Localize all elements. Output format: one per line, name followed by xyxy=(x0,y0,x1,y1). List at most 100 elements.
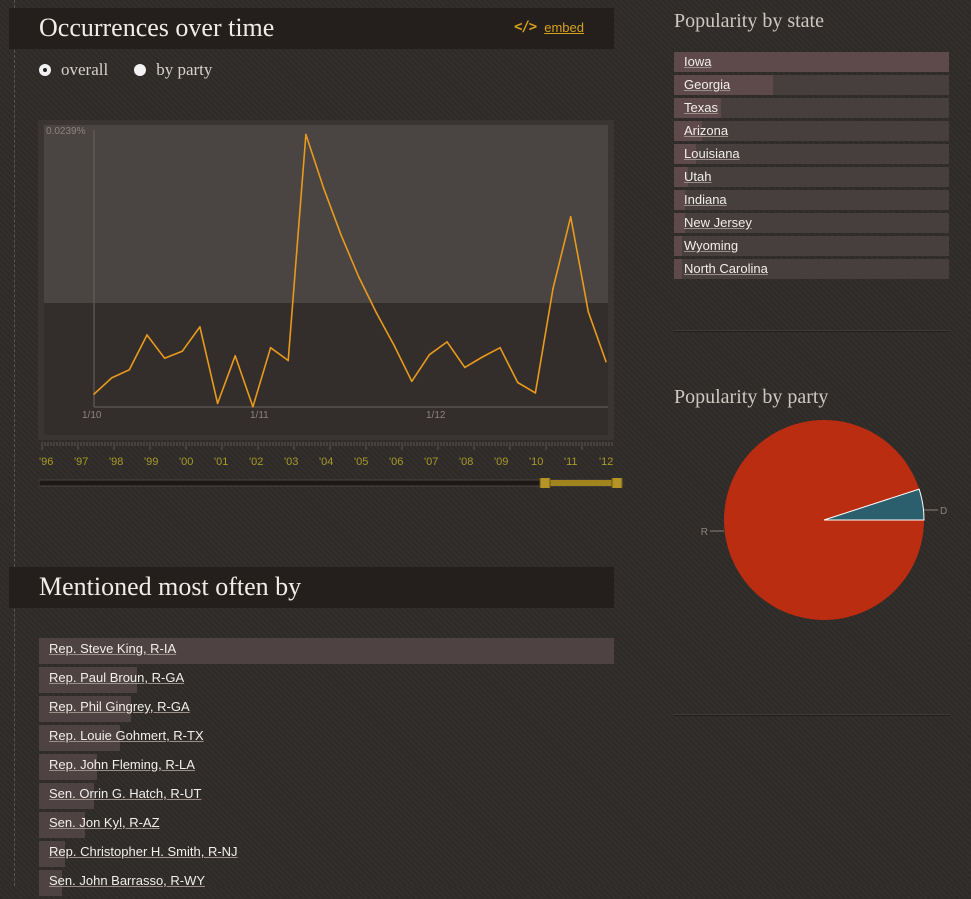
state-label: Iowa xyxy=(684,54,712,69)
series-point xyxy=(358,276,360,278)
occurrences-title: Occurrences over time xyxy=(39,13,275,42)
series-point xyxy=(93,393,95,395)
series-point xyxy=(199,326,201,328)
timeline-year-label: '98 xyxy=(109,456,123,468)
member-label: Rep. Paul Broun, R-GA xyxy=(49,670,185,685)
state-label: Indiana xyxy=(684,192,727,207)
series-point xyxy=(287,359,290,362)
state-row[interactable]: Arizona xyxy=(674,121,949,141)
member-label: Rep. Phil Gingrey, R-GA xyxy=(49,699,190,714)
member-row[interactable]: Rep. Phil Gingrey, R-GA xyxy=(39,696,614,722)
state-row[interactable]: Wyoming xyxy=(674,236,949,256)
member-row[interactable]: Rep. Steve King, R-IA xyxy=(39,638,614,664)
occurrences-chart: 0.0239% 1/10 1/11 1/12 '96 '97 '98 '99 '00 '0… xyxy=(38,120,614,468)
series-point xyxy=(269,346,272,349)
timeline-year-label: '99 xyxy=(144,456,158,468)
series-point xyxy=(516,381,519,384)
state-label: Georgia xyxy=(684,77,731,92)
state-label: Texas xyxy=(684,100,718,115)
radio-label-overall: overall xyxy=(61,60,109,79)
state-row[interactable]: New Jersey xyxy=(674,213,949,233)
timeline-year-label: '03 xyxy=(284,456,298,468)
series-point xyxy=(305,133,307,136)
series-point xyxy=(375,312,378,314)
series-point xyxy=(605,360,607,363)
slider-handle-right[interactable] xyxy=(611,478,623,488)
series-point xyxy=(163,357,166,359)
series-point xyxy=(463,366,466,369)
member-row[interactable]: Rep. John Fleming, R-LA xyxy=(39,754,614,780)
series-point xyxy=(428,353,431,356)
occurrences-header: Occurrences over time </> embed xyxy=(9,8,614,49)
state-list: Iowa Georgia Texas Arizona Louisiana Uta… xyxy=(674,52,949,282)
member-label: Sen. John Barrasso, R-WY xyxy=(49,873,206,888)
timeline-year-label: '01 xyxy=(214,456,228,468)
series-point xyxy=(569,215,572,218)
member-row[interactable]: Rep. Louie Gohmert, R-TX xyxy=(39,725,614,751)
timeline-year-label: '97 xyxy=(74,456,88,468)
mode-selector: overall by party xyxy=(39,60,212,80)
chart-x-tick-1: 1/10 xyxy=(82,410,102,421)
member-label: Rep. Louie Gohmert, R-TX xyxy=(49,728,204,743)
series-point xyxy=(322,186,325,189)
state-row[interactable]: Louisiana xyxy=(674,144,949,164)
member-row[interactable]: Rep. Paul Broun, R-GA xyxy=(39,667,614,693)
slider-handle-left[interactable] xyxy=(539,478,551,488)
members-header: Mentioned most often by xyxy=(9,567,614,608)
series-point xyxy=(552,287,554,290)
timeline-slider[interactable] xyxy=(39,478,623,488)
members-title: Mentioned most often by xyxy=(39,572,302,601)
series-point xyxy=(499,346,501,349)
state-row[interactable]: Georgia xyxy=(674,75,949,95)
state-row[interactable]: North Carolina xyxy=(674,259,949,279)
timeline-year-label: '02 xyxy=(249,456,263,468)
series-point xyxy=(587,311,590,313)
timeline-year-label: '10 xyxy=(529,456,543,468)
timeline-year-label: '04 xyxy=(319,456,333,468)
radio-dot-by-party xyxy=(134,64,147,76)
timeline-year-label: '11 xyxy=(564,456,578,468)
state-label: Louisiana xyxy=(684,146,740,161)
timeline-year-label: '05 xyxy=(354,456,368,468)
slider-track xyxy=(39,479,623,487)
timeline-year-label: '06 xyxy=(389,456,403,468)
member-label: Sen. Jon Kyl, R-AZ xyxy=(49,815,160,830)
party-title: Popularity by party xyxy=(674,386,829,408)
member-row[interactable]: Sen. John Barrasso, R-WY xyxy=(39,870,614,896)
series-point xyxy=(181,350,184,353)
timeline-year-label: '09 xyxy=(494,456,508,468)
member-row[interactable]: Sen. Orrin G. Hatch, R-UT xyxy=(39,783,614,809)
members-list: Rep. Steve King, R-IA Rep. Paul Broun, R… xyxy=(39,638,614,899)
member-label: Rep. Steve King, R-IA xyxy=(49,641,177,656)
pie-label-r: R xyxy=(701,527,708,538)
series-point xyxy=(534,392,537,394)
radio-dot-overall xyxy=(39,64,51,76)
embed-label: embed xyxy=(544,19,584,35)
series-point xyxy=(110,377,113,379)
state-row[interactable]: Texas xyxy=(674,98,949,118)
divider xyxy=(674,330,949,332)
member-row[interactable]: Sen. Jon Kyl, R-AZ xyxy=(39,812,614,838)
timeline-year-label: '08 xyxy=(459,456,473,468)
timeline-year-label: '00 xyxy=(179,456,193,468)
series-point xyxy=(252,406,254,408)
state-label: New Jersey xyxy=(684,215,752,230)
series-point xyxy=(216,402,219,405)
state-label: Wyoming xyxy=(684,238,739,253)
radio-label-by-party: by party xyxy=(156,60,213,79)
radio-overall[interactable]: overall xyxy=(39,60,108,80)
state-row[interactable]: Utah xyxy=(674,167,949,187)
series-point xyxy=(340,234,342,237)
embed-link[interactable]: </> embed xyxy=(514,19,584,35)
timeline-year-label: '07 xyxy=(424,456,438,468)
radio-by-party[interactable]: by party xyxy=(134,60,212,80)
series-point xyxy=(410,380,413,383)
state-label: Arizona xyxy=(684,123,729,138)
state-row[interactable]: Iowa xyxy=(674,52,949,72)
series-point xyxy=(393,344,395,347)
state-title: Popularity by state xyxy=(674,10,824,32)
slider-selection xyxy=(545,480,617,486)
state-row[interactable]: Indiana xyxy=(674,190,949,210)
member-row[interactable]: Rep. Christopher H. Smith, R-NJ xyxy=(39,841,614,867)
member-label: Rep. John Fleming, R-LA xyxy=(49,757,195,772)
